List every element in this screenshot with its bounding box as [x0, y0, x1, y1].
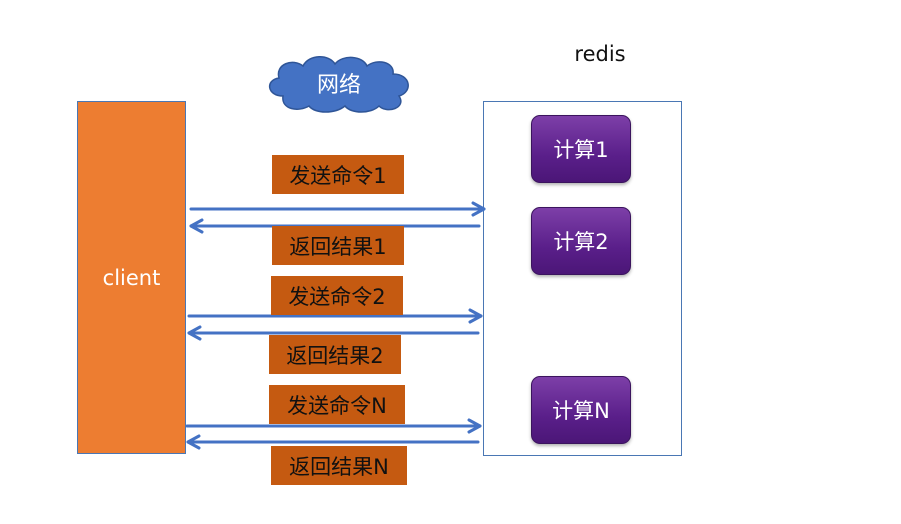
arrows-layer [185, 201, 486, 450]
return-result-2-label: 返回结果2 [269, 335, 401, 374]
send-command-n-label: 发送命令N [269, 385, 405, 424]
send-arrow-1 [189, 201, 486, 217]
return-result-1-label: 返回结果1 [272, 226, 404, 265]
send-command-1-label: 发送命令1 [272, 155, 404, 194]
return-result-n-label: 返回结果N [271, 446, 407, 485]
send-command-2-label: 发送命令2 [271, 276, 403, 315]
